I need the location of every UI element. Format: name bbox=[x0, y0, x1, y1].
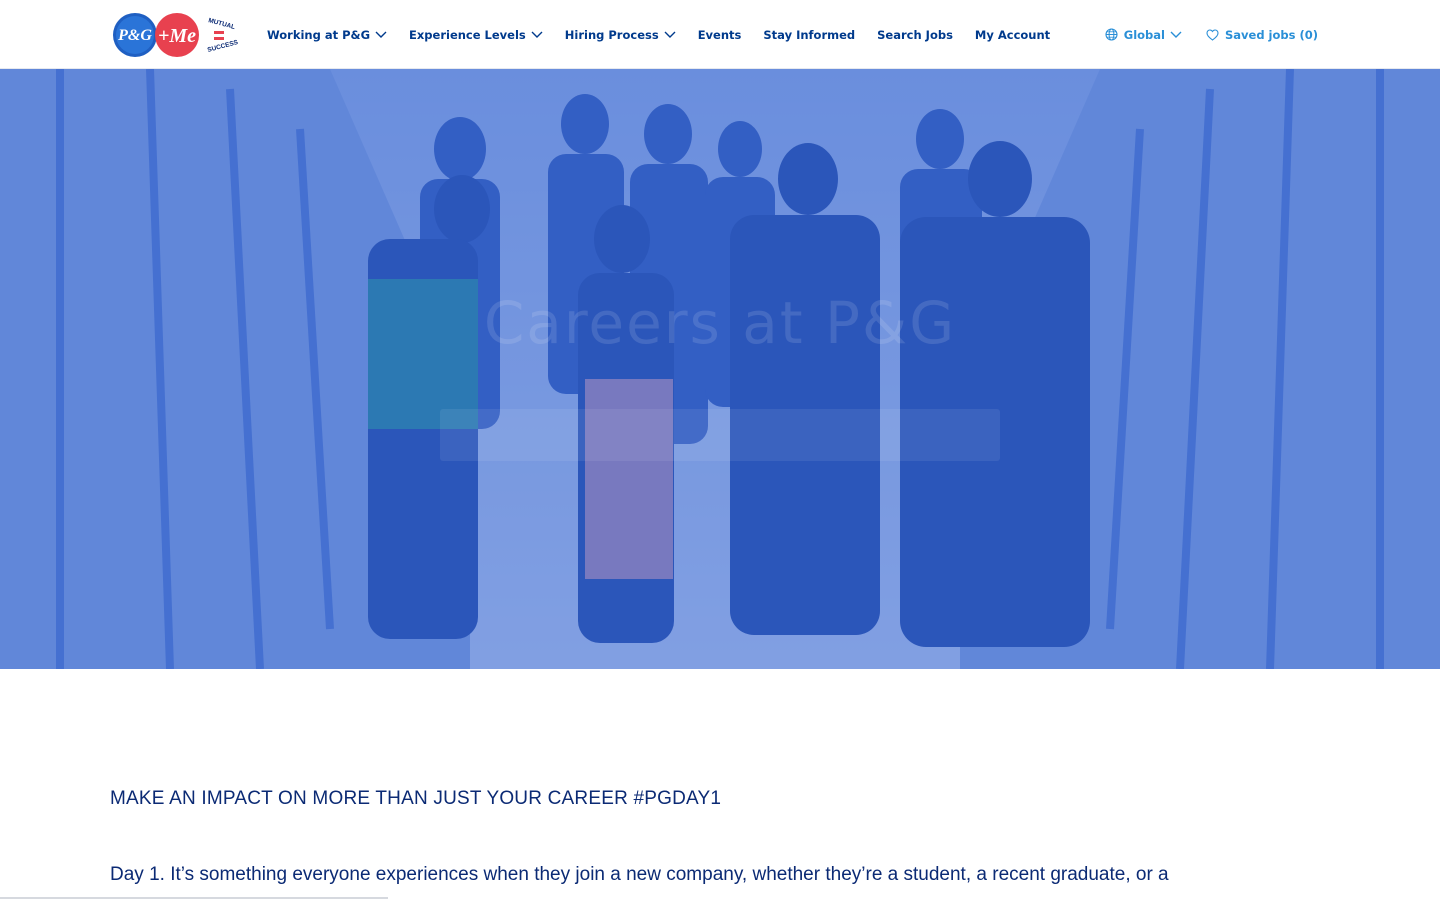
nav-label: Stay Informed bbox=[763, 27, 856, 42]
article-headline: MAKE AN IMPACT ON MORE THAN JUST YOUR CA… bbox=[110, 788, 722, 809]
svg-text:MUTUAL: MUTUAL bbox=[207, 17, 235, 31]
nav-label: Hiring Process bbox=[564, 27, 659, 42]
pg-me-logo[interactable]: P&G +Me MUTUAL SUCCESS bbox=[112, 12, 240, 58]
nav-label: Search Jobs bbox=[877, 27, 953, 42]
svg-text:+Me: +Me bbox=[158, 25, 196, 47]
nav-experience-levels[interactable]: Experience Levels bbox=[409, 0, 543, 69]
article-content: MAKE AN IMPACT ON MORE THAN JUST YOUR CA… bbox=[110, 788, 1330, 900]
chevron-down-icon bbox=[531, 31, 543, 38]
nav-hiring-process[interactable]: Hiring Process bbox=[565, 0, 676, 69]
nav-my-account[interactable]: My Account bbox=[975, 0, 1050, 69]
site-header: P&G +Me MUTUAL SUCCESS Working at P&G Ex… bbox=[0, 0, 1440, 69]
hero-title: Careers at P&G bbox=[483, 289, 957, 357]
globe-icon bbox=[1105, 28, 1118, 41]
main-nav: Working at P&G Experience Levels Hiring … bbox=[267, 0, 1072, 69]
article-paragraph: Day 1. It’s something everyone experienc… bbox=[110, 864, 1169, 885]
nav-events[interactable]: Events bbox=[698, 0, 742, 69]
region-selector[interactable]: Global bbox=[1105, 28, 1182, 42]
hero-banner: Careers at P&G bbox=[0, 69, 1440, 669]
nav-stay-informed[interactable]: Stay Informed bbox=[763, 0, 855, 69]
chevron-down-icon bbox=[375, 31, 387, 38]
svg-text:SUCCESS: SUCCESS bbox=[207, 39, 240, 54]
saved-jobs-link[interactable]: Saved jobs (0) bbox=[1206, 28, 1318, 42]
nav-label: Working at P&G bbox=[267, 27, 371, 42]
svg-text:P&G: P&G bbox=[117, 27, 152, 44]
nav-label: My Account bbox=[974, 27, 1051, 42]
heart-icon bbox=[1206, 28, 1219, 41]
nav-label: Experience Levels bbox=[409, 27, 526, 42]
header-tools: Global Saved jobs (0) bbox=[1105, 0, 1318, 69]
nav-label: Events bbox=[697, 27, 742, 42]
nav-working-at-pg[interactable]: Working at P&G bbox=[267, 0, 387, 69]
hero-overlay bbox=[0, 69, 1440, 669]
chevron-down-icon bbox=[1170, 31, 1182, 38]
region-label: Global bbox=[1123, 27, 1165, 42]
nav-search-jobs[interactable]: Search Jobs bbox=[877, 0, 953, 69]
scroll-divider bbox=[0, 897, 388, 899]
saved-jobs-label: Saved jobs (0) bbox=[1224, 27, 1318, 42]
hero-search-bar[interactable] bbox=[440, 409, 1000, 461]
chevron-down-icon bbox=[664, 31, 676, 38]
